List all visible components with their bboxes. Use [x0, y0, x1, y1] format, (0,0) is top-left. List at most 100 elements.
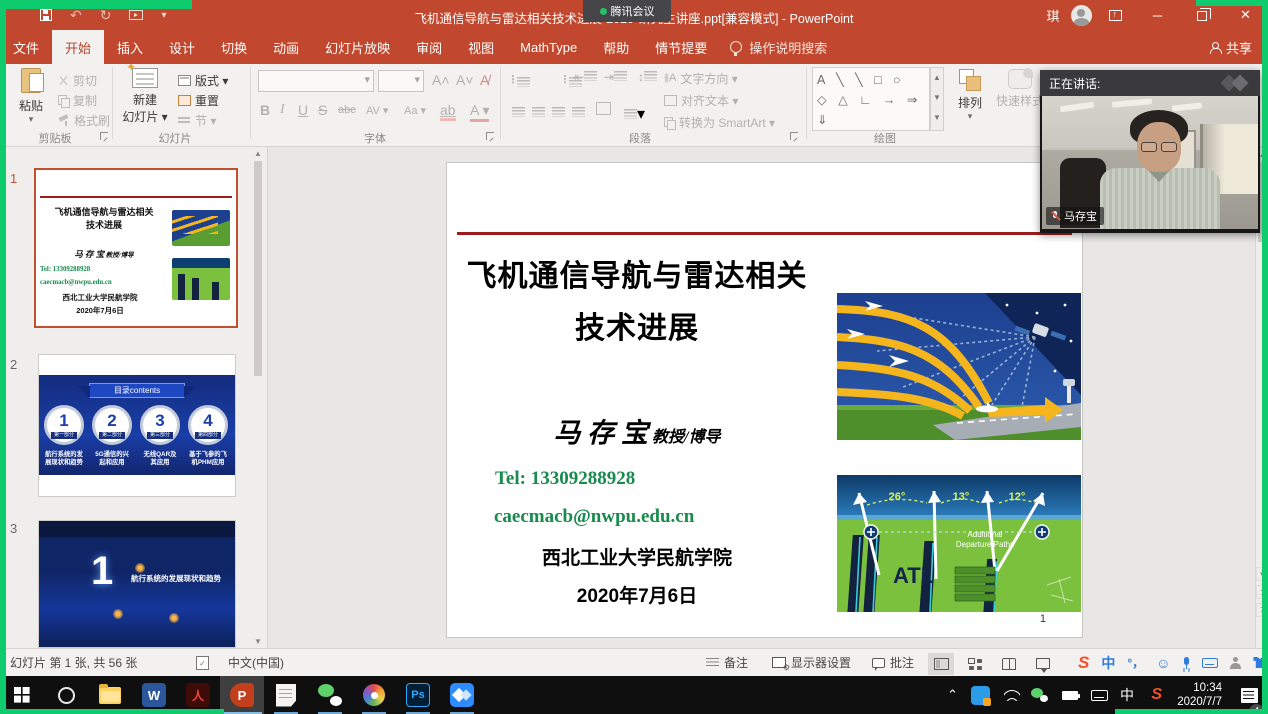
tab-mathtype[interactable]: MathType	[507, 30, 590, 64]
share-button[interactable]: 共享	[1194, 30, 1268, 64]
align-center-button[interactable]	[532, 104, 545, 122]
clear-formatting-button[interactable]: A̸	[480, 72, 489, 88]
thumb-scroll-down-icon[interactable]: ▼	[252, 635, 264, 648]
bold-button[interactable]: B	[260, 102, 270, 118]
ime-voice-icon[interactable]	[1182, 657, 1190, 669]
close-button[interactable]: ✕	[1223, 0, 1268, 30]
arrange-button[interactable]: 排列 ▾	[950, 69, 990, 122]
tray-ime-mode[interactable]: 中	[1120, 676, 1134, 714]
shapes-gallery-more-icon[interactable]: ▼	[931, 108, 943, 128]
reset-button[interactable]: 重置	[178, 92, 219, 109]
shapes-gallery-scroll[interactable]: ▲ ▼ ▼	[930, 67, 944, 131]
thumbnail-panel-scrollbar[interactable]: ▲ ▼	[252, 147, 264, 648]
tray-touch-keyboard[interactable]	[1091, 676, 1108, 714]
ime-emoji-icon[interactable]: ☺	[1156, 655, 1170, 671]
comments-toggle[interactable]: 批注	[872, 649, 914, 676]
ime-account-icon[interactable]	[1230, 657, 1241, 669]
layout-button[interactable]: 版式 ▾	[178, 72, 228, 89]
ribbon-display-options-button[interactable]	[1093, 0, 1138, 30]
notes-toggle[interactable]: 备注	[706, 649, 748, 676]
slide-counter[interactable]: 幻灯片 第 1 张, 共 56 张	[10, 649, 137, 676]
new-slide-button[interactable]: 新建 幻灯片 ▾	[120, 68, 170, 125]
tab-storyboard[interactable]: 情节提要	[642, 30, 720, 64]
align-left-button[interactable]	[512, 104, 525, 122]
format-painter-button[interactable]: 格式刷	[58, 112, 110, 129]
start-button[interactable]	[0, 676, 44, 714]
display-settings-button[interactable]: 显示器设置	[772, 649, 851, 676]
align-text-button[interactable]: 对齐文本 ▾	[664, 92, 738, 109]
strikethrough-button[interactable]: S	[318, 102, 327, 118]
slide-author[interactable]: 马 存 宝 教授/博导	[457, 411, 817, 450]
tab-home[interactable]: 开始	[52, 30, 104, 64]
slide-date[interactable]: 2020年7月6日	[457, 581, 817, 608]
tray-network[interactable]	[1004, 676, 1020, 714]
meeting-video-overlay[interactable]: 正在讲话: 马存宝	[1040, 70, 1260, 233]
taskbar-acrobat[interactable]: 人	[176, 676, 220, 714]
taskbar-file-explorer[interactable]	[88, 676, 132, 714]
tab-review[interactable]: 审阅	[403, 30, 455, 64]
shapes-scroll-down-icon[interactable]: ▼	[931, 88, 943, 108]
slide-email[interactable]: caecmacb@nwpu.edu.cn	[494, 506, 694, 528]
ime-softkeyboard-icon[interactable]	[1202, 658, 1218, 668]
font-dialog-launcher[interactable]	[486, 132, 494, 140]
tab-help[interactable]: 帮助	[590, 30, 642, 64]
slide-image-atl-airport[interactable]: 26° 13° 12° Additional Departure Paths A…	[837, 475, 1081, 612]
tray-expand-button[interactable]: ⌃	[947, 676, 958, 714]
slideshow-view-button[interactable]	[1030, 653, 1056, 675]
slide-thumbnail-1[interactable]: 飞机通信导航与雷达相关技术进展 马 存 宝 教授/博导 Tel: 1330928…	[34, 168, 238, 328]
slide-tel[interactable]: Tel: 13309288928	[495, 468, 635, 490]
video-overlay-header[interactable]: 正在讲话:	[1040, 70, 1260, 96]
taskbar-clock[interactable]: 10:34 2020/7/7	[1177, 676, 1222, 714]
bullets-button[interactable]	[512, 74, 530, 91]
section-button[interactable]: 节 ▾	[178, 112, 216, 129]
slide-thumbnail-3[interactable]: 1 航行系统的发展现状和趋势	[38, 520, 236, 648]
slide-organization[interactable]: 西北工业大学民航学院	[457, 543, 817, 570]
action-center-button[interactable]: 4	[1241, 676, 1258, 714]
decrease-indent-button[interactable]: ⇤	[574, 70, 597, 84]
tab-animations[interactable]: 动画	[260, 30, 312, 64]
cut-button[interactable]: 剪切	[58, 72, 97, 89]
ime-chinese-mode-icon[interactable]: 中	[1101, 653, 1115, 673]
tell-me-search[interactable]: 操作说明搜索	[720, 30, 837, 64]
tray-battery[interactable]	[1062, 676, 1078, 714]
previous-slide-button[interactable]: ↥	[1256, 585, 1268, 599]
abc-strike-icon[interactable]: abc	[338, 104, 356, 116]
underline-button[interactable]: U	[298, 102, 308, 118]
scroll-down-icon[interactable]: ▼	[1256, 567, 1268, 581]
ime-punctuation-icon[interactable]: °，	[1127, 654, 1144, 671]
paste-button[interactable]: 粘贴 ▾	[8, 68, 54, 125]
tray-wechat[interactable]	[1031, 676, 1048, 714]
ime-skin-icon[interactable]	[1253, 657, 1266, 668]
paragraph-dialog-launcher[interactable]	[790, 132, 798, 140]
slide-image-flightpaths[interactable]	[837, 293, 1081, 440]
change-case-button[interactable]: Aa ▾	[404, 104, 426, 117]
taskbar-photoshop[interactable]: Ps	[396, 676, 440, 714]
slide-title[interactable]: 飞机通信导航与雷达相关技术进展	[457, 251, 817, 355]
shapes-gallery[interactable]: A ╲ ╲ □ ○ ◇ △ ∟ → ⇒ ⇓ ⌐ ↷ ~ ≈ { }	[812, 67, 930, 131]
text-highlight-button[interactable]: a̲b̲	[440, 102, 456, 121]
tencent-meeting-floating-bar[interactable]: 腾讯会议	[583, 0, 671, 22]
tray-sogou[interactable]: S	[1151, 676, 1162, 714]
shapes-scroll-up-icon[interactable]: ▲	[931, 68, 943, 88]
shapes-row-2[interactable]: ◇ △ ∟ → ⇒ ⇓	[817, 90, 925, 130]
font-size-combobox[interactable]	[378, 70, 424, 92]
tab-insert[interactable]: 插入	[104, 30, 156, 64]
tab-file[interactable]: 文件	[0, 30, 52, 64]
tab-transitions[interactable]: 切换	[208, 30, 260, 64]
minimize-button[interactable]: ─	[1135, 0, 1180, 30]
shapes-row-1[interactable]: A ╲ ╲ □ ○	[817, 70, 925, 90]
taskbar-tencent-meeting[interactable]	[440, 676, 484, 714]
language-status[interactable]: 中文(中国)	[228, 649, 284, 676]
tab-view[interactable]: 视图	[455, 30, 507, 64]
font-color-button[interactable]: A ▾	[470, 102, 489, 122]
tab-design[interactable]: 设计	[156, 30, 208, 64]
reading-view-button[interactable]	[996, 653, 1022, 675]
italic-button[interactable]: I	[280, 102, 285, 118]
sogou-logo-icon[interactable]: S	[1078, 653, 1089, 673]
thumb-scroll-thumb[interactable]	[254, 161, 262, 376]
next-slide-button[interactable]: ↧	[1256, 603, 1268, 617]
taskbar-paint-tool[interactable]	[352, 676, 396, 714]
clipboard-dialog-launcher[interactable]	[100, 132, 108, 140]
slide-canvas[interactable]: 飞机通信导航与雷达相关技术进展 马 存 宝 教授/博导 Tel: 1330928…	[447, 163, 1082, 637]
restore-button[interactable]	[1179, 0, 1224, 30]
